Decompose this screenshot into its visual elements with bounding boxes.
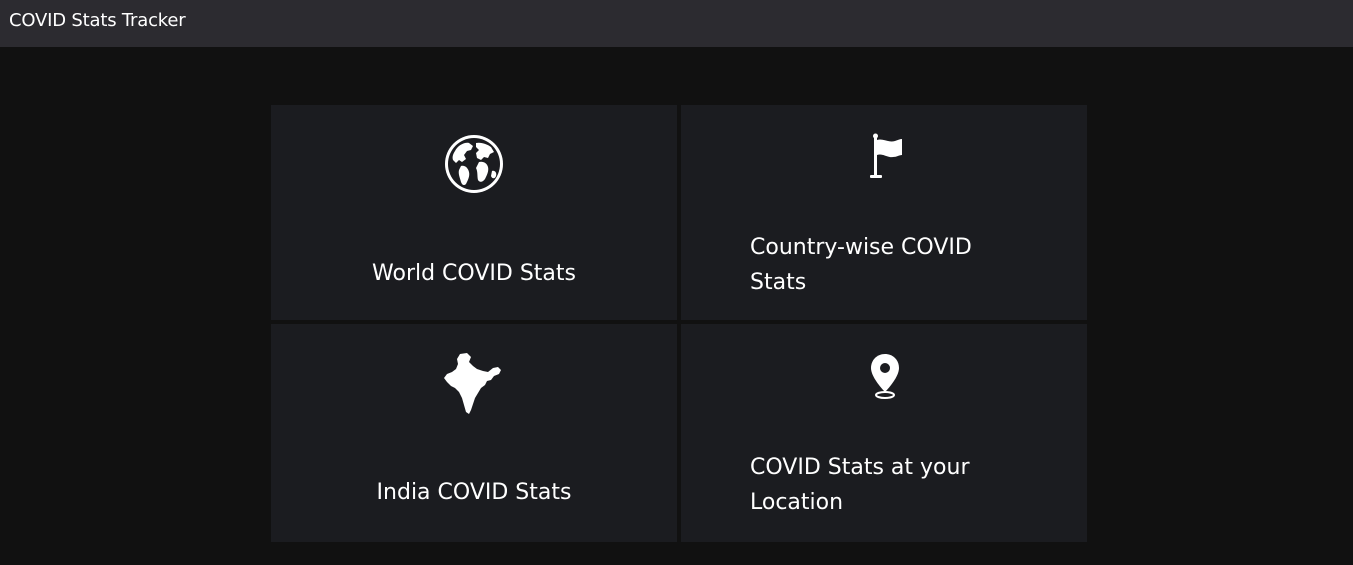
globe-icon <box>271 133 677 197</box>
country-stats-card[interactable]: Country-wise COVID Stats <box>681 105 1087 320</box>
stats-card-grid: World COVID Stats Country-wise COVID Sta… <box>271 105 1087 542</box>
world-stats-card[interactable]: World COVID Stats <box>271 105 677 320</box>
country-stats-label: Country-wise COVID Stats <box>750 235 972 295</box>
world-stats-label: World COVID Stats <box>372 261 576 286</box>
india-stats-card[interactable]: India COVID Stats <box>271 324 677 542</box>
location-stats-card[interactable]: COVID Stats at your Location <box>681 324 1087 542</box>
location-pin-icon <box>681 352 1087 416</box>
india-map-icon <box>271 352 677 416</box>
flag-icon <box>681 133 1087 197</box>
app-header: COVID Stats Tracker <box>0 0 1353 47</box>
app-title: COVID Stats Tracker <box>9 10 186 31</box>
location-stats-label: COVID Stats at your Location <box>750 455 970 515</box>
india-stats-label: India COVID Stats <box>376 480 572 505</box>
